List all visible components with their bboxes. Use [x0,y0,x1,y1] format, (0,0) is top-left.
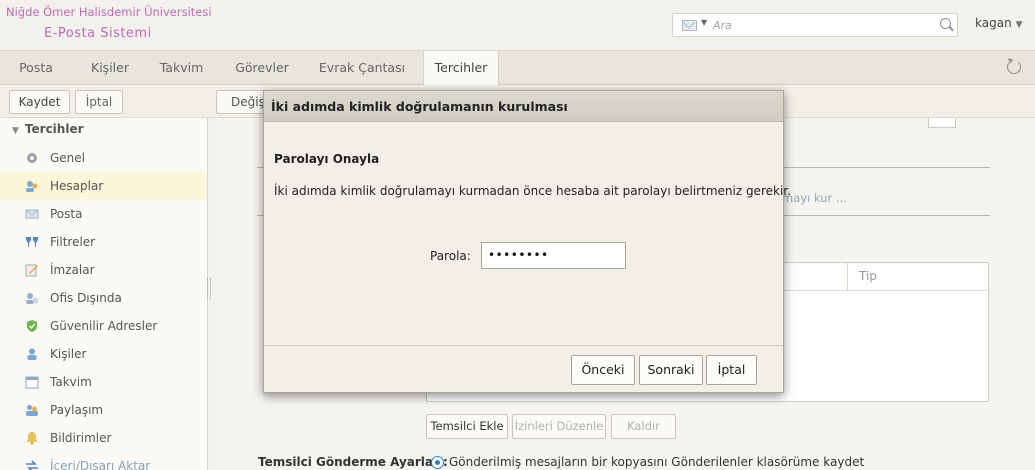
password-label: Parola: [430,249,471,263]
dialog-cancel-button[interactable]: İptal [706,355,757,385]
password-mask: •••••••• [488,248,549,262]
sidebar-item-imzalar[interactable]: İmzalar [0,256,207,284]
add-delegate-button[interactable]: Temsilci Ekle [426,414,508,439]
search-input[interactable]: Ara [713,19,732,32]
sidebar-section-header[interactable]: ▼ Tercihler [0,118,207,140]
sidebar-item-label: Kişiler [50,347,87,361]
remove-delegate-button[interactable]: Kaldır [611,414,676,439]
accounts-icon [26,181,38,192]
two-step-auth-dialog: İki adımda kimlik doğrulamanın kurulması… [263,90,791,393]
tab-kisiler[interactable]: Kişiler [84,51,136,85]
refresh-icon[interactable] [1007,60,1021,74]
collapse-triangle-icon[interactable]: ▼ [12,126,19,136]
sidebar-item-paylasim[interactable]: Paylaşım [0,396,207,424]
sidebar-item-iceri-disari-aktar[interactable]: İçeri/Dışarı Aktar [0,452,207,470]
sidebar-item-label: İmzalar [50,263,95,277]
app-name: E-Posta Sistemi [44,26,152,41]
dialog-title-bar[interactable]: İki adımda kimlik doğrulamanın kurulması [264,91,783,122]
tab-tercihler[interactable]: Tercihler [423,51,499,85]
user-menu[interactable]: kagan ▼ [975,16,1023,30]
gear-icon [27,153,37,163]
sidebar-item-filtreler[interactable]: Filtreler [0,228,207,256]
sidebar-item-genel[interactable]: Genel [0,144,207,172]
out-of-office-icon [26,293,39,304]
column-separator[interactable] [847,263,848,291]
sidebar-section-title: Tercihler [24,122,84,136]
mail-icon[interactable] [682,20,697,31]
sidebar-item-label: Genel [50,151,86,165]
dialog-divider [264,345,783,346]
search-type-dropdown-icon[interactable]: ▼ [701,18,707,27]
sidebar-item-kisiler[interactable]: Kişiler [0,340,207,368]
tab-evrak-cantasi[interactable]: Evrak Çantası [314,51,410,85]
column-header-type[interactable]: Tip [859,269,877,283]
contact-icon [27,348,37,360]
sidebar-item-bildirimler[interactable]: Bildirimler [0,424,207,452]
sidebar-item-label: Hesaplar [50,179,104,193]
filter-icon [26,237,38,247]
dialog-description: İki adımda kimlik doğrulamayı kurmadan ö… [274,184,791,198]
sidebar-item-ofis-disinda[interactable]: Ofis Dışında [0,284,207,312]
sidebar-item-label: İçeri/Dışarı Aktar [50,459,151,470]
sidebar-item-guvenilir-adresler[interactable]: Güvenilir Adresler [0,312,207,340]
edit-permissions-button[interactable]: İzinleri Düzenle [512,414,606,439]
tab-takvim[interactable]: Takvim [154,51,209,85]
sidebar-item-label: Bildirimler [50,431,112,445]
user-name[interactable]: kagan [975,16,1012,30]
calendar-icon [25,376,39,389]
app-header: Niğde Ömer Halisdemir Üniversitesi E-Pos… [0,0,1035,50]
import-export-icon [26,460,38,470]
sidebar-item-label: Filtreler [50,235,96,249]
tab-gorevler[interactable]: Görevler [229,51,295,85]
save-sent-copy-radio[interactable] [431,456,444,469]
tab-posta[interactable]: Posta [8,51,64,85]
shield-icon [27,320,37,332]
sidebar-resize-handle[interactable] [207,278,211,300]
preferences-sidebar: ▼ Tercihler Genel Hesaplar Posta Filtrele… [0,118,208,470]
scroll-peek [928,118,956,128]
bell-icon [26,432,38,445]
signature-icon [25,264,38,277]
sidebar-item-label: Takvim [50,375,92,389]
search-icon[interactable] [940,18,951,29]
chevron-down-icon[interactable]: ▼ [1016,20,1023,30]
previous-button[interactable]: Önceki [571,355,635,385]
cancel-button[interactable]: İptal [75,90,123,114]
search-box[interactable]: ▼ Ara [672,13,958,37]
sidebar-item-posta[interactable]: Posta [0,200,207,228]
password-field[interactable]: •••••••• [481,242,626,269]
dialog-subtitle: Parolayı Onayla [274,152,380,166]
next-button[interactable]: Sonraki [639,355,703,385]
sidebar-item-label: Güvenilir Adresler [50,319,158,333]
sidebar-item-takvim[interactable]: Takvim [0,368,207,396]
sharing-icon [26,405,38,416]
sidebar-item-hesaplar[interactable]: Hesaplar [0,172,207,200]
app-tab-bar: Posta Kişiler Takvim Görevler Evrak Çant… [0,50,1035,85]
delegate-send-settings-label: Temsilci Gönderme Ayarları: [258,455,448,469]
change-button[interactable]: Değişik [216,90,275,114]
sidebar-item-label: Paylaşım [50,403,104,417]
mail-icon [25,209,39,219]
dialog-title: İki adımda kimlik doğrulamanın kurulması [271,99,568,114]
sidebar-item-label: Posta [50,207,83,221]
save-button[interactable]: Kaydet [9,90,70,114]
org-name: Niğde Ömer Halisdemir Üniversitesi [6,5,212,19]
save-sent-copy-label[interactable]: Gönderilmiş mesajların bir kopyasını Gön… [449,455,864,469]
sidebar-item-label: Ofis Dışında [50,291,122,305]
